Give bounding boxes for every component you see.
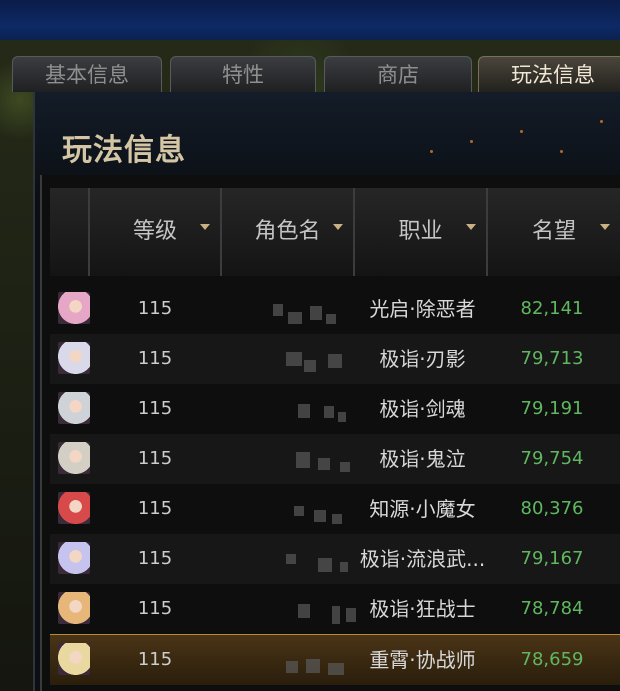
column-fame-header[interactable]: 名望	[488, 188, 620, 276]
character-name-cell-redacted	[238, 284, 358, 334]
tab-gameplay-info[interactable]: 玩法信息	[478, 56, 620, 92]
table-row[interactable]: 115 极诣·鬼泣 79,754	[50, 434, 620, 484]
table-row[interactable]: 115 极诣·刃影 79,713	[50, 334, 620, 384]
tab-basic-info[interactable]: 基本信息	[12, 56, 162, 92]
table-row[interactable]: 115 极诣·流浪武... 79,167	[50, 534, 620, 584]
blonde-knight-avatar-icon	[58, 643, 90, 675]
level-cell: 115	[137, 498, 173, 519]
job-cell: 极诣·鬼泣	[379, 447, 466, 471]
table-row[interactable]: 115 极诣·狂战士 78,784	[50, 584, 620, 634]
fame-cell: 80,376	[520, 498, 584, 519]
job-cell: 极诣·剑魂	[379, 397, 466, 421]
column-job-label: 职业	[398, 219, 443, 244]
column-level-label: 等级	[132, 219, 177, 244]
job-cell: 极诣·刃影	[379, 347, 466, 371]
level-cell: 115	[137, 598, 173, 619]
table-row[interactable]: 115 极诣·剑魂 79,191	[50, 384, 620, 434]
level-cell: 115	[137, 649, 173, 670]
level-cell: 115	[137, 398, 173, 419]
level-cell: 115	[137, 348, 173, 369]
fame-cell: 79,167	[520, 548, 584, 569]
white-hair-swordsman-avatar-icon	[58, 342, 90, 374]
red-hair-mage-avatar-icon	[58, 492, 90, 524]
job-cell: 极诣·狂战士	[369, 597, 476, 621]
female-priest-avatar-icon	[58, 292, 90, 324]
panel-title: 玩法信息	[62, 133, 186, 168]
fame-cell: 79,754	[520, 448, 584, 469]
tab-bar: 基本信息 特性 商店 玩法信息	[12, 56, 620, 92]
table-row[interactable]: 115 重霄·协战师 78,659	[50, 634, 620, 685]
sort-arrow-icon	[466, 224, 476, 230]
character-name-cell-redacted	[238, 635, 358, 685]
level-cell: 115	[137, 548, 173, 569]
fame-cell: 78,659	[520, 649, 584, 670]
fame-cell: 78,784	[520, 598, 584, 619]
character-name-cell-redacted	[238, 484, 358, 534]
column-job-header[interactable]: 职业	[355, 188, 488, 276]
fame-cell: 82,141	[520, 298, 584, 319]
window-top-band	[0, 0, 620, 44]
sort-arrow-icon	[600, 224, 610, 230]
job-cell: 知源·小魔女	[369, 497, 476, 521]
table-row[interactable]: 115 知源·小魔女 80,376	[50, 484, 620, 534]
blonde-slayer-avatar-icon	[58, 592, 90, 624]
job-cell: 极诣·流浪武...	[359, 547, 486, 571]
column-avatar-header	[50, 188, 90, 276]
job-cell: 光启·除恶者	[369, 297, 476, 321]
column-level-header[interactable]: 等级	[90, 188, 222, 276]
character-name-cell-redacted	[238, 384, 358, 434]
ember-decoration	[470, 140, 473, 143]
character-name-cell-redacted	[238, 534, 358, 584]
table-header: 等级 角色名 职业 名望	[50, 188, 620, 276]
column-name-header[interactable]: 角色名	[222, 188, 355, 276]
fame-cell: 79,191	[520, 398, 584, 419]
character-name-cell-redacted	[238, 434, 358, 484]
character-name-cell-redacted	[238, 334, 358, 384]
column-fame-label: 名望	[531, 219, 576, 244]
sort-arrow-icon	[200, 224, 210, 230]
table-row[interactable]: 115 光启·除恶者 82,141	[50, 284, 620, 334]
ember-decoration	[560, 150, 563, 153]
lavender-hair-swordswoman-avatar-icon	[58, 542, 90, 574]
white-hair-slayer-avatar-icon	[58, 442, 90, 474]
sort-arrow-icon	[333, 224, 343, 230]
fame-cell: 79,713	[520, 348, 584, 369]
tab-traits[interactable]: 特性	[170, 56, 316, 92]
white-hair-swordsman-avatar-icon	[58, 392, 90, 424]
ember-decoration	[430, 150, 433, 153]
ember-decoration	[600, 120, 603, 123]
column-name-label: 角色名	[254, 219, 321, 244]
character-name-cell-redacted	[238, 584, 358, 634]
ember-decoration	[520, 130, 523, 133]
job-cell: 重霄·协战师	[369, 648, 476, 672]
level-cell: 115	[137, 448, 173, 469]
level-cell: 115	[137, 298, 173, 319]
tab-shop[interactable]: 商店	[324, 56, 472, 92]
